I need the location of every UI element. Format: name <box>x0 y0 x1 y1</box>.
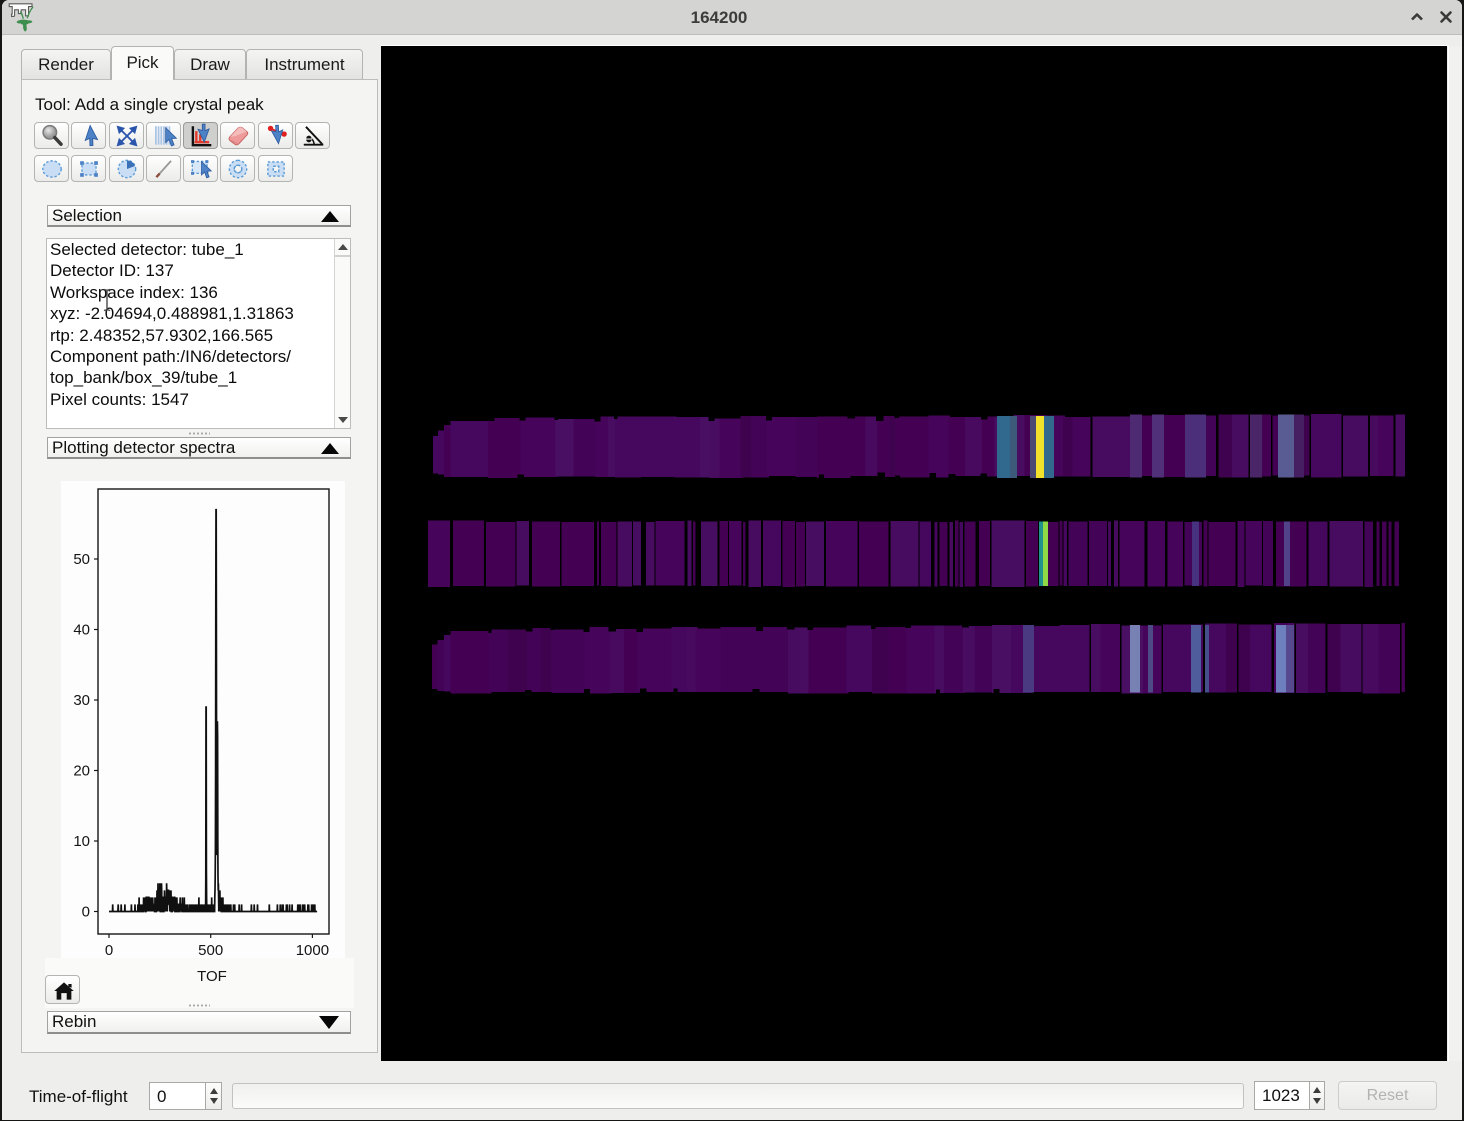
svg-text:40: 40 <box>73 622 90 639</box>
svg-text:50: 50 <box>73 551 90 568</box>
svg-text:0: 0 <box>105 942 113 958</box>
svg-text:30: 30 <box>73 692 90 709</box>
svg-text:20: 20 <box>73 763 90 780</box>
svg-text:10: 10 <box>73 833 90 850</box>
svg-text:0: 0 <box>82 904 90 921</box>
svg-text:500: 500 <box>198 942 223 958</box>
svg-text:1000: 1000 <box>296 942 329 958</box>
